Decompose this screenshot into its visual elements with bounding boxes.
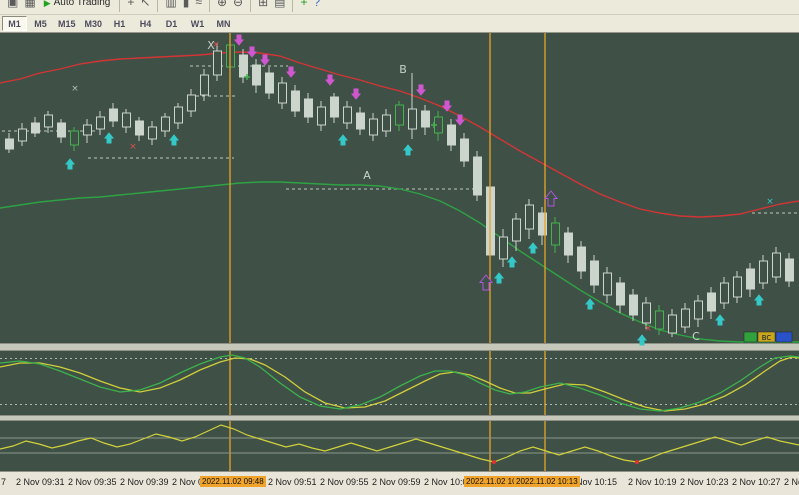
arrange-windows-icon[interactable]: ▤ (274, 0, 285, 12)
zoom-out-icon[interactable]: ⊖ (233, 0, 243, 12)
oscillator-signal-dot (492, 460, 496, 464)
time-axis-label: 2 Nov 10:23 (680, 477, 729, 487)
chart-label-b: B (399, 63, 407, 76)
time-axis-label: 2 Nov 10:27 (732, 477, 781, 487)
bar-chart-icon[interactable]: ▥ (165, 0, 176, 12)
timeframe-toolbar: M1M5M15M30H1H4D1W1MN (0, 15, 799, 33)
svg-text:×: × (766, 197, 774, 207)
chart-canvas[interactable]: ×××××XBACBC (0, 33, 799, 471)
panel-separator[interactable] (0, 343, 799, 351)
time-axis-label: 2 Nov 09:51 (268, 477, 317, 487)
toolbar-separator (250, 0, 251, 12)
oscillator-signal-dot (635, 460, 639, 464)
chart-label-x: X (207, 39, 215, 52)
svg-text:×: × (644, 324, 652, 334)
time-axis-label: 2 Nov (784, 477, 799, 487)
vline-time-tag: 2022.11.02 10:13 (514, 476, 580, 487)
vline-time-tag: 2022.11.02 09:48 (200, 476, 266, 487)
top-toolbar-icons: ▣ ▦ ▶Auto Trading + ↖ ▥ ▮ ≈ ⊕ ⊖ ⊞ ▤ +? (0, 0, 799, 15)
indicators-icon[interactable]: + (300, 0, 307, 12)
chart-label-c: C (692, 330, 700, 343)
vline-time-tag: 2022.11.02 10 (464, 476, 519, 487)
timeframe-button-d1[interactable]: D1 (159, 16, 184, 31)
chart-window-icon[interactable]: ▦ (24, 0, 35, 12)
time-axis-label: 2 Nov 09:35 (68, 477, 117, 487)
time-axis-label: 2 Nov 09:55 (320, 477, 369, 487)
timeframe-button-m1[interactable]: M1 (2, 16, 27, 31)
toolbar-separator (292, 0, 293, 12)
time-axis-label: 2 Nov 10:19 (628, 477, 677, 487)
zoom-in-icon[interactable]: ⊕ (217, 0, 227, 12)
timeframe-button-m30[interactable]: M30 (81, 16, 107, 31)
auto-trading-label: Auto Trading (54, 0, 111, 11)
timeframe-button-h4[interactable]: H4 (133, 16, 158, 31)
time-axis-label: 2 Nov 09:59 (372, 477, 421, 487)
svg-text:×: × (71, 84, 79, 94)
cursor-icon[interactable]: ↖ (140, 0, 150, 12)
time-axis-label: 2 Nov 09:31 (16, 477, 65, 487)
chart-background (0, 33, 799, 471)
help-icon[interactable]: ? (314, 0, 321, 12)
timeframe-button-m5[interactable]: M5 (28, 16, 53, 31)
panel-button-green[interactable] (744, 332, 757, 342)
toolbar-separator (119, 0, 120, 12)
crosshair-icon[interactable]: + (127, 0, 134, 12)
time-axis: 7 2 Nov 09:312 Nov 09:352 Nov 09:39 2 Nov … (0, 471, 799, 495)
time-axis-label: 2 Nov 09:39 (120, 477, 169, 487)
tile-windows-icon[interactable]: ⊞ (258, 0, 268, 12)
svg-text:×: × (129, 142, 137, 152)
time-axis-label: 7 (1, 477, 6, 487)
svg-text:BC: BC (762, 334, 772, 342)
new-order-icon[interactable]: ▣ (7, 0, 18, 12)
timeframe-button-mn[interactable]: MN (211, 16, 236, 31)
time-axis-label: Nov 10:15 (576, 477, 617, 487)
panel-button-blue[interactable] (776, 332, 792, 342)
chart-area[interactable]: ×××××XBACBC (0, 33, 799, 471)
play-icon: ▶ (44, 0, 51, 11)
toolbar-separator (209, 0, 210, 12)
toolbar-separator (157, 0, 158, 12)
timeframe-button-h1[interactable]: H1 (107, 16, 132, 31)
auto-trading-button[interactable]: ▶Auto Trading (44, 0, 111, 11)
timeframe-button-m15[interactable]: M15 (54, 16, 80, 31)
trading-terminal-window: ▣ ▦ ▶Auto Trading + ↖ ▥ ▮ ≈ ⊕ ⊖ ⊞ ▤ +? M1M5M15M30H1H… (0, 0, 799, 495)
candlestick-chart-icon[interactable]: ▮ (183, 0, 190, 12)
chart-label-a: A (363, 169, 371, 182)
timeframe-button-w1[interactable]: W1 (185, 16, 210, 31)
line-chart-icon[interactable]: ≈ (195, 0, 202, 12)
